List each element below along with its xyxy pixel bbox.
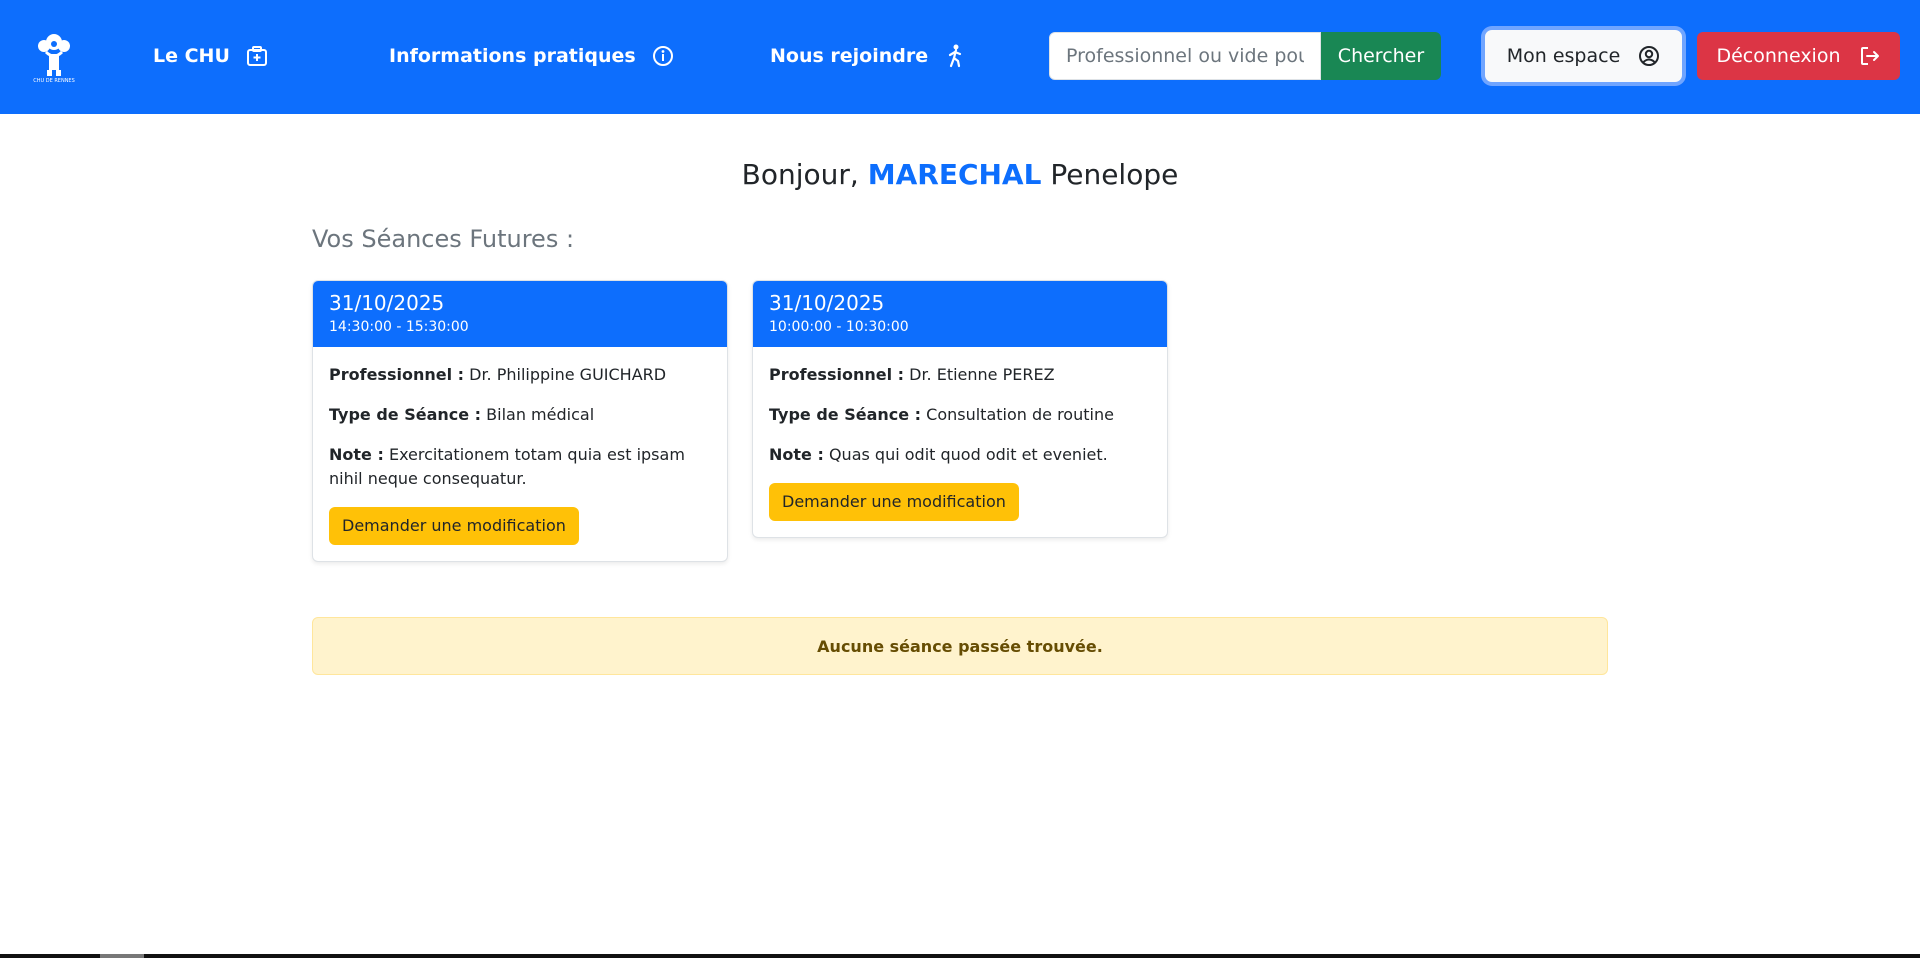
logout-button[interactable]: Déconnexion [1697, 32, 1900, 80]
session-card-body: Professionnel : Dr. Philippine GUICHARD … [313, 347, 727, 561]
session-card-header: 31/10/2025 10:00:00 - 10:30:00 [753, 281, 1167, 347]
nav-link-label: Le CHU [153, 45, 230, 67]
request-modification-button[interactable]: Demander une modification [769, 483, 1019, 521]
bottom-bar [0, 954, 1920, 958]
session-date: 31/10/2025 [769, 291, 885, 315]
professional-label: Professionnel : [769, 365, 905, 384]
session-card-header: 31/10/2025 14:30:00 - 15:30:00 [313, 281, 727, 347]
hospital-icon [246, 46, 267, 66]
user-circle-icon [1639, 46, 1660, 66]
mon-espace-label: Mon espace [1506, 45, 1621, 67]
type-label: Type de Séance : [329, 405, 482, 424]
session-card-body: Professionnel : Dr. Etienne PEREZ Type d… [753, 347, 1167, 537]
note-label: Note : [329, 445, 384, 464]
greeting-first-name: Penelope [1050, 158, 1179, 191]
mon-espace-button[interactable]: Mon espace [1485, 30, 1682, 82]
session-note: Note : Exercitationem totam quia est ips… [329, 443, 711, 491]
bottom-bar-tab [100, 954, 144, 958]
greeting-prefix: Bonjour, [741, 158, 859, 191]
session-date: 31/10/2025 [329, 291, 445, 315]
professional-value: Dr. Etienne PEREZ [909, 365, 1055, 384]
info-circle-icon [652, 46, 673, 66]
session-professional: Professionnel : Dr. Philippine GUICHARD [329, 363, 711, 387]
chu-logo[interactable]: CHU DE RENNES [32, 30, 76, 84]
nav-link-label: Informations pratiques [389, 45, 636, 67]
nav-link-informations-pratiques[interactable]: Informations pratiques [389, 40, 674, 72]
note-label: Note : [769, 445, 824, 464]
no-past-sessions-alert: Aucune séance passée trouvée. [312, 617, 1608, 675]
note-value: Quas qui odit quod odit et eveniet. [828, 445, 1108, 464]
type-label: Type de Séance : [769, 405, 922, 424]
greeting-last-name: MARECHAL [867, 158, 1042, 191]
greeting-heading: Bonjour, MARECHAL Penelope [0, 158, 1920, 191]
session-time: 14:30:00 - 15:30:00 [329, 319, 469, 335]
session-professional: Professionnel : Dr. Etienne PEREZ [769, 363, 1151, 387]
nav-link-le-chu[interactable]: Le CHU [153, 40, 268, 72]
session-card: 31/10/2025 10:00:00 - 10:30:00 Professio… [752, 280, 1168, 538]
session-time: 10:00:00 - 10:30:00 [769, 319, 909, 335]
logout-icon [1860, 47, 1879, 65]
search-button[interactable]: Chercher [1321, 32, 1441, 80]
tree-logo-icon: CHU DE RENNES [33, 34, 75, 84]
session-type: Type de Séance : Consultation de routine [769, 403, 1151, 427]
upcoming-sessions-title: Vos Séances Futures : [312, 225, 575, 253]
person-walking-icon [949, 44, 962, 68]
professional-value: Dr. Philippine GUICHARD [469, 365, 667, 384]
type-value: Bilan médical [486, 405, 595, 424]
nav-link-label: Nous rejoindre [770, 45, 929, 67]
logout-label: Déconnexion [1716, 45, 1841, 67]
search-group: Chercher [1049, 32, 1441, 80]
search-input[interactable] [1049, 32, 1321, 80]
navbar: CHU DE RENNES Le CHU Informations pratiq… [0, 0, 1920, 114]
session-card: 31/10/2025 14:30:00 - 15:30:00 Professio… [312, 280, 728, 562]
session-note: Note : Quas qui odit quod odit et evenie… [769, 443, 1151, 467]
type-value: Consultation de routine [926, 405, 1114, 424]
professional-label: Professionnel : [329, 365, 465, 384]
nav-link-nous-rejoindre[interactable]: Nous rejoindre [770, 40, 966, 72]
svg-text:CHU DE RENNES: CHU DE RENNES [33, 78, 75, 84]
request-modification-button[interactable]: Demander une modification [329, 507, 579, 545]
session-type: Type de Séance : Bilan médical [329, 403, 711, 427]
